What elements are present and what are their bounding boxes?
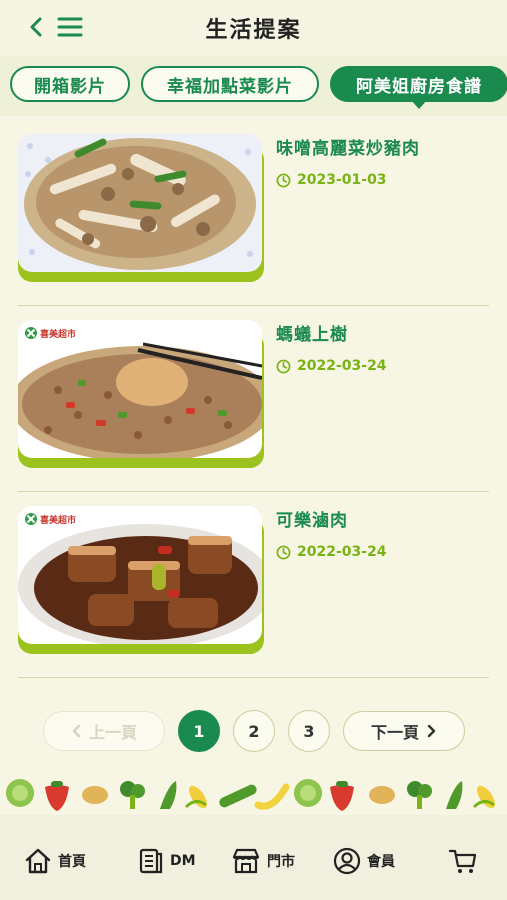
clock-icon — [276, 545, 291, 559]
page-number: 3 — [303, 721, 315, 741]
logo-mark-icon — [25, 513, 37, 525]
nav-cart[interactable] — [448, 847, 484, 875]
broccoli-icon — [120, 781, 145, 809]
recipe-title[interactable]: 味噌高麗菜炒豬肉 — [276, 134, 420, 159]
recipe-date: 2022-03-24 — [276, 358, 387, 374]
app-header: 生活提案 — [0, 0, 507, 54]
clock-icon — [276, 359, 291, 373]
tab-label: 阿美姐廚房食譜 — [356, 76, 482, 97]
logo-mark-icon — [25, 327, 37, 339]
nav-label: 門市 — [267, 854, 295, 870]
greens-icon — [446, 781, 463, 809]
page-button-2[interactable]: 2 — [233, 710, 275, 752]
page-number: 2 — [248, 721, 260, 741]
date-text: 2022-03-24 — [297, 358, 387, 374]
potato-icon — [369, 786, 395, 804]
corn-icon — [472, 785, 495, 809]
recipe-title[interactable]: 螞蟻上樹 — [276, 320, 348, 345]
member-icon — [333, 847, 361, 875]
tab-extra-dish-videos[interactable]: 幸福加點菜影片 — [141, 66, 319, 102]
cucumber-icon — [219, 784, 257, 808]
cabbage-icon — [294, 779, 322, 807]
cart-icon — [448, 849, 477, 873]
next-page-label: 下一頁 — [370, 723, 419, 742]
flyer-icon — [139, 848, 163, 874]
nav-member[interactable]: 會員 — [333, 847, 395, 875]
tab-ah-mei-kitchen-recipes[interactable]: 阿美姐廚房食譜 — [330, 66, 507, 109]
active-tab-indicator — [410, 99, 428, 109]
vegetable-decoration — [0, 775, 507, 815]
strawberry-icon — [330, 781, 354, 811]
banana-icon — [254, 783, 290, 810]
nav-home[interactable]: 首頁 — [24, 847, 86, 875]
nav-dm[interactable]: DM — [138, 847, 196, 875]
greens-icon — [160, 781, 177, 809]
bottom-navigation: 首頁 DM 門市 會員 — [0, 815, 507, 900]
store-logo: 喜美超市 — [24, 512, 76, 526]
chevron-right-icon — [427, 724, 436, 738]
logo-text: 喜美超市 — [40, 329, 77, 340]
recipe-item[interactable]: 味噌高麗菜炒豬肉 2023-01-03 — [18, 120, 489, 306]
recipe-thumbnail[interactable] — [18, 134, 262, 272]
recipe-thumbnail[interactable]: 喜美超市 — [18, 506, 262, 644]
next-page-button[interactable]: 下一頁 — [343, 711, 465, 751]
page-button-1[interactable]: 1 — [178, 710, 220, 752]
nav-label: DM — [170, 853, 196, 869]
recipe-item[interactable]: 喜美超市 螞蟻上樹 2022-03-24 — [18, 306, 489, 492]
page-title: 生活提案 — [205, 18, 302, 43]
tab-label: 開箱影片 — [34, 76, 106, 97]
tab-label: 幸福加點菜影片 — [167, 76, 293, 97]
category-tabs: 開箱影片 幸福加點菜影片 阿美姐廚房食譜 — [0, 56, 507, 116]
page-button-3[interactable]: 3 — [288, 710, 330, 752]
nav-label: 會員 — [367, 854, 395, 870]
cabbage-icon — [6, 779, 34, 807]
corn-icon — [184, 785, 207, 809]
store-icon — [232, 848, 260, 874]
chevron-left-icon — [72, 724, 81, 738]
recipe-date: 2023-01-03 — [276, 172, 387, 188]
recipe-title[interactable]: 可樂滷肉 — [276, 506, 348, 531]
recipe-item[interactable]: 喜美超市 可樂滷肉 2022-03-24 — [18, 492, 489, 678]
store-logo: 喜美超市 — [24, 326, 76, 340]
broccoli-icon — [407, 781, 432, 809]
clock-icon — [276, 173, 291, 187]
nav-stores[interactable]: 門市 — [231, 847, 295, 875]
page-number: 1 — [193, 721, 205, 741]
date-text: 2022-03-24 — [297, 544, 387, 560]
strawberry-icon — [45, 781, 69, 811]
recipe-thumbnail[interactable]: 喜美超市 — [18, 320, 262, 458]
prev-page-label: 上一頁 — [88, 723, 137, 742]
logo-text: 喜美超市 — [40, 515, 77, 526]
potato-icon — [82, 786, 108, 804]
date-text: 2023-01-03 — [297, 172, 387, 188]
home-icon — [25, 848, 51, 874]
prev-page-button[interactable]: 上一頁 — [43, 711, 165, 751]
tab-unboxing-videos[interactable]: 開箱影片 — [10, 66, 130, 102]
nav-label: 首頁 — [58, 854, 86, 870]
recipe-date: 2022-03-24 — [276, 544, 387, 560]
